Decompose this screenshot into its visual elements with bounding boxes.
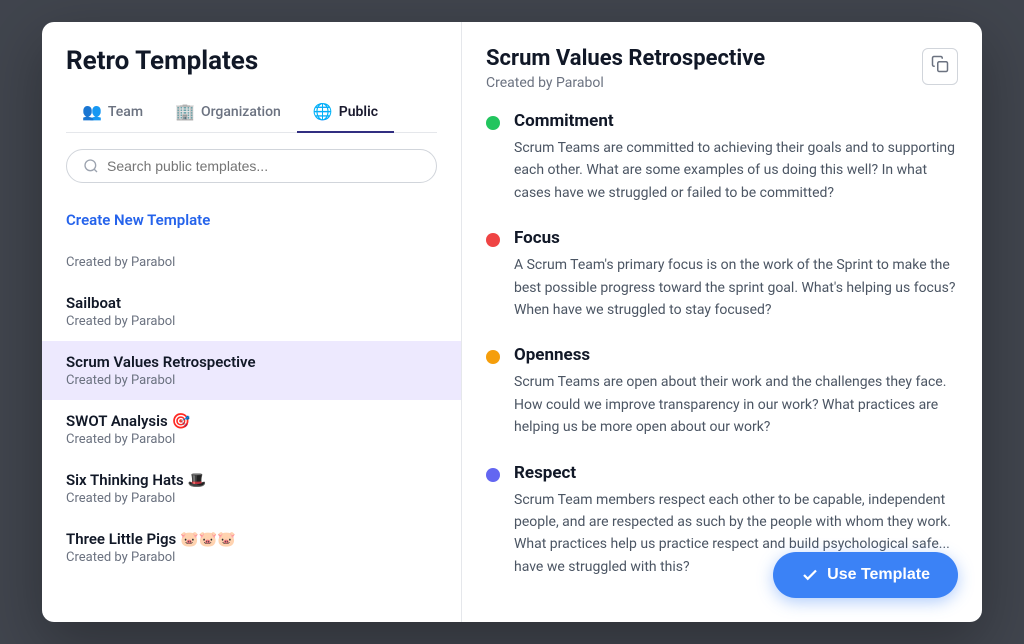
commitment-body: Commitment Scrum Teams are committed to … [514, 111, 958, 204]
template-scrum-name: Scrum Values Retrospective [66, 353, 437, 371]
template-sailboat-name: Sailboat [66, 294, 437, 312]
template-list: Create New Template Created by Parabol S… [42, 199, 461, 622]
focus-desc: A Scrum Team's primary focus is on the w… [514, 254, 958, 321]
tabs-container: 👥 Team 🏢 Organization 🌐 Public [66, 92, 437, 133]
template-item-parabol[interactable]: Created by Parabol [42, 241, 461, 282]
respect-dot [486, 468, 500, 482]
template-item-scrum-values[interactable]: Scrum Values Retrospective Created by Pa… [42, 341, 461, 400]
search-box [66, 149, 437, 183]
template-parabol-author: Created by Parabol [66, 255, 437, 270]
detail-title: Scrum Values Retrospective [486, 46, 765, 71]
template-six-hats-name: Six Thinking Hats 🎩 [66, 471, 437, 489]
value-item-focus: Focus A Scrum Team's primary focus is on… [486, 228, 958, 321]
value-item-openness: Openness Scrum Teams are open about thei… [486, 345, 958, 438]
template-six-hats-author: Created by Parabol [66, 491, 437, 506]
tab-org-label: Organization [201, 104, 281, 120]
use-template-label: Use Template [827, 566, 930, 584]
openness-desc: Scrum Teams are open about their work an… [514, 371, 958, 438]
copy-icon [931, 55, 949, 73]
detail-title-area: Scrum Values Retrospective Created by Pa… [486, 46, 765, 91]
search-icon [83, 158, 99, 174]
tab-team[interactable]: 👥 Team [66, 92, 159, 133]
template-item-sailboat[interactable]: Sailboat Created by Parabol [42, 282, 461, 341]
openness-title: Openness [514, 345, 958, 365]
create-new-label: Create New Template [66, 211, 437, 229]
team-icon: 👥 [82, 102, 102, 121]
left-header: Retro Templates 👥 Team 🏢 Organization 🌐 … [42, 22, 461, 133]
left-panel: Retro Templates 👥 Team 🏢 Organization 🌐 … [42, 22, 462, 622]
openness-dot [486, 350, 500, 364]
right-header: Scrum Values Retrospective Created by Pa… [462, 22, 982, 103]
template-three-pigs-author: Created by Parabol [66, 550, 437, 565]
focus-body: Focus A Scrum Team's primary focus is on… [514, 228, 958, 321]
modal-title: Retro Templates [66, 46, 437, 76]
template-item-three-pigs[interactable]: Three Little Pigs 🐷🐷🐷 Created by Parabol [42, 518, 461, 577]
org-icon: 🏢 [175, 102, 195, 121]
search-area [42, 133, 461, 199]
template-scrum-author: Created by Parabol [66, 373, 437, 388]
create-new-template[interactable]: Create New Template [42, 199, 461, 241]
use-template-button[interactable]: Use Template [773, 552, 958, 598]
value-item-commitment: Commitment Scrum Teams are committed to … [486, 111, 958, 204]
search-input[interactable] [107, 158, 420, 174]
commitment-desc: Scrum Teams are committed to achieving t… [514, 137, 958, 204]
check-icon [801, 566, 819, 584]
tab-organization[interactable]: 🏢 Organization [159, 92, 297, 133]
right-panel: Scrum Values Retrospective Created by Pa… [462, 22, 982, 622]
template-three-pigs-name: Three Little Pigs 🐷🐷🐷 [66, 530, 437, 548]
template-swot-name: SWOT Analysis 🎯 [66, 412, 437, 430]
detail-content: Commitment Scrum Teams are committed to … [462, 103, 982, 622]
tab-public[interactable]: 🌐 Public [297, 92, 394, 133]
modal-overlay: Retro Templates 👥 Team 🏢 Organization 🌐 … [0, 0, 1024, 644]
commitment-title: Commitment [514, 111, 958, 131]
focus-dot [486, 233, 500, 247]
public-icon: 🌐 [313, 102, 333, 121]
retro-templates-modal: Retro Templates 👥 Team 🏢 Organization 🌐 … [42, 22, 982, 622]
copy-button[interactable] [922, 48, 958, 85]
template-sailboat-author: Created by Parabol [66, 314, 437, 329]
tab-public-label: Public [339, 104, 378, 120]
respect-title: Respect [514, 463, 958, 483]
template-swot-author: Created by Parabol [66, 432, 437, 447]
template-item-six-hats[interactable]: Six Thinking Hats 🎩 Created by Parabol [42, 459, 461, 518]
template-item-swot[interactable]: SWOT Analysis 🎯 Created by Parabol [42, 400, 461, 459]
tab-team-label: Team [108, 104, 143, 120]
openness-body: Openness Scrum Teams are open about thei… [514, 345, 958, 438]
focus-title: Focus [514, 228, 958, 248]
commitment-dot [486, 116, 500, 130]
detail-subtitle: Created by Parabol [486, 75, 765, 91]
